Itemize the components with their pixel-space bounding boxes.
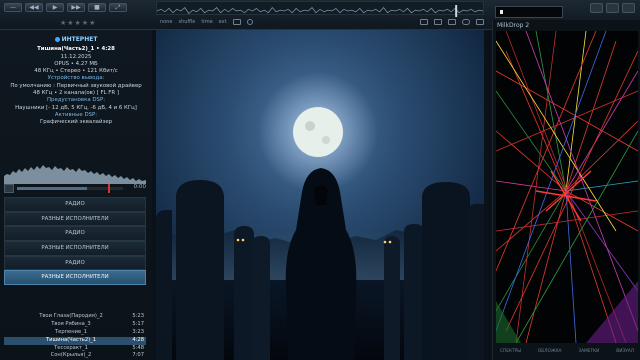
tab-spectrums[interactable]: СПЕКТРЫ (500, 349, 521, 354)
track-length: 5:48 (132, 344, 144, 351)
visualizer-title: MilkDrop 2 (497, 22, 530, 29)
view-toolbar: none shuffle time ext (156, 16, 484, 28)
seek-marker[interactable] (108, 184, 111, 193)
list-icon[interactable] (448, 19, 456, 25)
source-text: ИНТЕРНЕТ (61, 36, 98, 43)
window-close-button[interactable] (622, 3, 635, 13)
track-name: Тессеракт_1 (54, 344, 88, 351)
expand-button[interactable]: ⤢ (109, 3, 127, 12)
track-row[interactable]: Тессеракт_1 5:48 (4, 345, 146, 353)
folder-item[interactable]: РАЗНЫЕ ИСПОЛНИТЕЛИ (4, 270, 146, 286)
track-date: 11.12.2025 (60, 53, 92, 60)
track-info-panel: ИНТЕРНЕТ Тишина(Часть2)_1 • 4:28 11.12.2… (0, 36, 152, 127)
minimize-button[interactable]: — (4, 3, 22, 12)
track-name: Твоя Рябина_3 (51, 320, 91, 327)
window-buttons (590, 3, 635, 13)
folder-item[interactable]: РАЗНЫЕ ИСПОЛНИТЕЛИ (4, 241, 146, 256)
globe-icon (54, 36, 60, 42)
stop-button[interactable]: ■ (88, 3, 106, 12)
previous-button[interactable]: ◀◀ (25, 3, 43, 12)
track-length: 5:23 (132, 313, 144, 319)
active-dsp: Графический эквалайзер (39, 119, 113, 126)
grid-icon[interactable] (232, 19, 241, 25)
folder-list: РАДИО РАЗНЫЕ ИСПОЛНИТЕЛИ РАДИО РАЗНЫЕ ИСПОЛ… (4, 197, 146, 286)
playback-controls: — ◀◀ ▶ ▶▶ ■ ⤢ (4, 3, 127, 12)
output-label: Устройство вывода: (47, 75, 105, 82)
next-button[interactable]: ▶▶ (67, 3, 85, 12)
track-length: 5:17 (132, 320, 144, 327)
track-name: Твои Глаза(Пародия)_2 (39, 313, 103, 319)
artwork-image (156, 30, 484, 360)
visualizer-tabs: СПЕКТРЫ ОБЛОЖКА ЗАМЕТКИ ВИЗУАЛ (496, 349, 638, 354)
format-line: OPUS • 4.27 МБ (54, 60, 98, 67)
seek-fill (17, 187, 87, 190)
folder-item[interactable]: РАДИО (4, 197, 146, 212)
dsp-preset: Наушники [- 12 дБ, 5 КГц, -6 дБ, 4 и 6 К… (15, 104, 137, 111)
window-icon[interactable] (420, 19, 428, 25)
folder-icon[interactable] (434, 19, 442, 25)
settings-icon[interactable] (246, 19, 253, 25)
repeat-icon[interactable] (462, 19, 470, 25)
track-row[interactable]: Терпение_1 3:23 (4, 329, 146, 337)
source-label: ИНТЕРНЕТ (0, 36, 152, 43)
mini-progress-bar[interactable] (495, 6, 563, 18)
toolbar-item-shuffle[interactable]: shuffle (178, 19, 195, 25)
waveform-seekbar[interactable] (156, 1, 484, 17)
track-name: Тишина(Часть2)_1 (45, 336, 97, 343)
tab-cover[interactable]: ОБЛОЖКА (538, 349, 562, 354)
track-line: Тишина(Часть2)_1 • 4:28 (37, 46, 115, 53)
track-length: 7:07 (132, 352, 144, 359)
track-row[interactable]: Сон(Крылья)_2 7:07 (4, 352, 146, 360)
output-device: По умолчанию : Первичный звуковой драйве… (10, 82, 142, 89)
track-row[interactable]: Тишина(Часть2)_1 4:28 (4, 336, 146, 345)
seek-row: 0:00 (4, 184, 146, 194)
track-name: Сон(Крылья)_2 (50, 352, 92, 359)
window-minimize-button[interactable] (590, 3, 603, 13)
track-length: 3:23 (132, 328, 144, 335)
rating-stars[interactable]: ★★★★★ (60, 19, 96, 27)
track-length: 4:28 (132, 336, 144, 343)
elapsed-time: 0:00 (133, 184, 146, 190)
volume-icon[interactable] (476, 19, 484, 25)
output-format: 48 КГц • 2 канала(ов) [ FL FR ] (33, 90, 119, 97)
folder-item[interactable]: РАДИО (4, 226, 146, 242)
seek-slider[interactable] (17, 184, 123, 193)
album-artwork (156, 30, 484, 360)
dsp-preset-label: Предустановка DSP: (46, 97, 106, 104)
visualizer-graphic (496, 31, 638, 343)
track-name: Терпение_1 (54, 328, 88, 335)
folder-item[interactable]: РАЗНЫЕ ИСПОЛНИТЕЛИ (4, 211, 146, 227)
toolbar-item-none[interactable]: none (160, 19, 172, 25)
window-maximize-button[interactable] (606, 3, 619, 13)
toolbar-item-time[interactable]: time (201, 19, 212, 25)
toolbar-item-ext[interactable]: ext (219, 19, 227, 25)
spectrum-analyzer (4, 165, 146, 184)
tab-visual[interactable]: ВИЗУАЛ (616, 349, 634, 354)
visualizer-toggle-icon[interactable] (4, 184, 14, 193)
tab-notes[interactable]: ЗАМЕТКИ (578, 349, 599, 354)
track-row[interactable]: Твоя Рябина_3 5:17 (4, 321, 146, 329)
track-row[interactable]: Твои Глаза(Пародия)_2 5:23 (4, 313, 146, 321)
folder-item[interactable]: РАДИО (4, 255, 146, 271)
visualizer-panel: MilkDrop 2 СПЕКТРЫ ОБЛОЖКА ЗАМЕТКИ ВИЗУА… (492, 20, 640, 360)
play-button[interactable]: ▶ (46, 3, 64, 12)
milkdrop-visualizer[interactable] (496, 31, 638, 343)
track-list: Твои Глаза(Пародия)_2 5:23 Твоя Рябина_3 5:… (4, 313, 146, 360)
